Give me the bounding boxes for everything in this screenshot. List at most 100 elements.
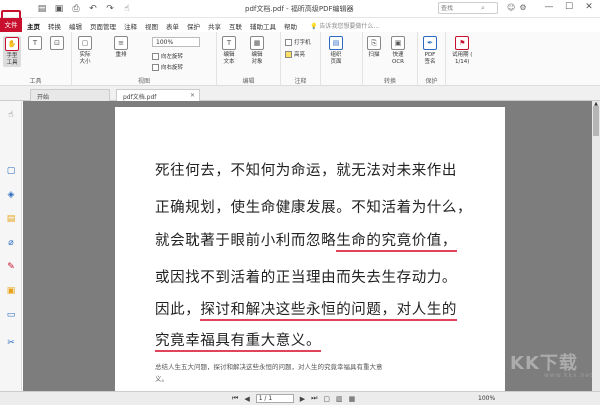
menu-home[interactable]: 主页 (25, 19, 42, 33)
reflow-button[interactable]: ≡ 重排 (114, 36, 128, 59)
group-comment: 打字机 高亮 注释 (281, 32, 321, 86)
user-icon[interactable]: ☺ (507, 3, 515, 12)
select-text-button[interactable]: T (28, 36, 42, 52)
reflow-icon: ≡ (114, 36, 128, 50)
ocr-button[interactable]: ▣ 快速 OCR (391, 36, 405, 65)
edit-object-label: 编辑 对象 (251, 52, 263, 65)
undo-icon[interactable]: ↶ (87, 3, 99, 15)
hand-sidebar-icon[interactable]: ☝ (5, 109, 17, 121)
edit-text-icon: T (222, 36, 236, 50)
edit-text-button[interactable]: T 编辑 文本 (222, 36, 236, 65)
quick-access-toolbar: ▤ ▣ ⎙ ↶ ↷ ☝ (36, 3, 133, 15)
tell-me-box[interactable]: 💡 告诉我您想要做什么... (310, 21, 379, 30)
watermark-main: KK下载 (510, 353, 578, 374)
actual-size-icon: ▢ (78, 36, 92, 50)
menu-accessibility[interactable]: 辅助工具 (248, 19, 278, 33)
group-convert-label: 转换 (383, 78, 396, 85)
comments-icon[interactable]: ▤ (5, 213, 17, 225)
close-icon[interactable]: ✕ (584, 2, 594, 12)
search-icon[interactable]: ⌕ (481, 4, 485, 13)
ribbon: ✋ 手型 工具 T ⊡ 工具 ▢ 实际 大小 ≡ 重排 100% 向左旋转 向右… (0, 32, 600, 86)
menu-form[interactable]: 表单 (164, 19, 181, 33)
lightbulb-icon: 💡 (310, 23, 318, 30)
print-icon[interactable]: ⎙ (70, 3, 82, 15)
close-tab-icon[interactable]: ✕ (190, 92, 195, 99)
rotate-left-button[interactable]: 向左旋转 (152, 52, 183, 60)
menu-page-manage[interactable]: 页面管理 (88, 19, 118, 33)
menu-view[interactable]: 视图 (143, 19, 160, 33)
organize-page-button[interactable]: ▤ 组织 页面 (329, 36, 343, 65)
settings-icon[interactable]: ⚙ (519, 3, 526, 12)
caption-line-1: 总结人生五大问题，探讨和解决这些永恒的问题，对人生的究竟幸福具有重大意 (155, 363, 383, 371)
minimize-icon[interactable]: — (544, 2, 554, 12)
window-controls: — ☐ ✕ (544, 2, 594, 12)
snapshot-icon: ⊡ (50, 36, 64, 50)
menu-comment[interactable]: 注释 (122, 19, 139, 33)
menu-protect[interactable]: 保护 (185, 19, 202, 33)
menu-connect[interactable]: 互联 (227, 19, 244, 33)
pdf-sign-button[interactable]: ✒ PDF 签名 (423, 36, 437, 65)
edit-object-button[interactable]: ▦ 编辑 对象 (250, 36, 264, 65)
group-protect-label: 保护 (425, 78, 438, 85)
redo-icon[interactable]: ↷ (104, 3, 116, 15)
tab-start-label: 开始 (37, 94, 50, 101)
file-highlight-frame (1, 10, 21, 32)
menu-edit[interactable]: 编辑 (67, 19, 84, 33)
save-icon[interactable]: ▣ (53, 3, 65, 15)
ocr-icon: ▣ (391, 36, 405, 50)
vertical-scrollbar[interactable]: ▲ (592, 101, 600, 391)
single-page-icon[interactable]: ▢ (323, 395, 330, 403)
actual-size-button[interactable]: ▢ 实际 大小 (78, 36, 92, 65)
tab-document-label: pdf文档.pdf (123, 94, 157, 101)
tools-icon[interactable]: ✂ (5, 337, 17, 349)
caption-line-2: 义。 (155, 375, 168, 383)
typewriter-label: 打字机 (294, 40, 311, 46)
pages-icon[interactable]: ▢ (5, 165, 17, 177)
search-box[interactable]: ⌕ (438, 2, 498, 14)
maximize-icon[interactable]: ☐ (564, 2, 574, 12)
underlined-text-3: 究竟幸福具有重大意义。 (155, 333, 322, 352)
menu-share[interactable]: 共享 (206, 19, 223, 33)
rotate-right-button[interactable]: 向右旋转 (152, 63, 183, 71)
next-page-icon[interactable]: ▶ (300, 395, 305, 403)
group-comment-label: 注释 (294, 78, 307, 85)
last-page-icon[interactable]: ⏭ (311, 394, 317, 403)
snapshot-button[interactable]: ⊡ (50, 36, 64, 52)
attachment-icon[interactable]: ⌀ (5, 237, 17, 249)
bookmark-icon[interactable]: ▭ (5, 309, 17, 321)
signature-icon[interactable]: ✎ (5, 261, 17, 273)
hand-small-icon[interactable]: ☝ (121, 3, 133, 15)
lock-icon[interactable]: ▣ (5, 285, 17, 297)
document-area: 死往何去，不知何为命运，就无法对未来作出 正确规划，使生命健康发展。不知活着为什… (23, 101, 600, 391)
menu-convert[interactable]: 转换 (46, 19, 63, 33)
first-page-icon[interactable]: ⏮ (232, 394, 238, 403)
group-tools-label: 工具 (29, 78, 42, 85)
page-number-input[interactable]: 1 / 1 (255, 394, 294, 403)
highlight-button[interactable]: 高亮 (285, 50, 305, 58)
group-trial: ⚑ 试用期 ( 1/14) (446, 32, 490, 86)
scan-button[interactable]: ⎘ 扫描 (367, 36, 381, 59)
zoom-level[interactable]: 100% (478, 395, 495, 402)
menu-help[interactable]: 帮助 (282, 19, 299, 33)
scroll-thumb[interactable] (593, 106, 599, 136)
left-sidebar: ☝ ▢ ◈ ▤ ⌀ ✎ ▣ ▭ ✂ (0, 101, 22, 391)
tab-document[interactable]: pdf文档.pdf ✕ (116, 89, 200, 101)
open-icon[interactable]: ▤ (36, 3, 48, 15)
rotate-left-label: 向左旋转 (161, 54, 184, 60)
watermark-url: www.kkx.net (544, 372, 594, 379)
trial-button[interactable]: ⚑ 试用期 ( 1/14) (452, 36, 472, 65)
menu-bar: 文件 主页 转换 编辑 页面管理 注释 视图 表单 保护 共享 互联 辅助工具 … (0, 18, 600, 32)
typewriter-button[interactable]: 打字机 (285, 38, 311, 46)
scan-label: 扫描 (368, 52, 380, 58)
text-line-3: 就会耽著于眼前小利而忽略生命的究竟价值， (155, 229, 458, 252)
search-input[interactable] (441, 4, 481, 12)
title-icons: ☺ ⚙ (507, 3, 527, 12)
group-tools: ✋ 手型 工具 T ⊡ 工具 (0, 32, 72, 86)
continuous-icon[interactable]: ▥ (336, 395, 343, 403)
facing-icon[interactable]: ▦ (349, 395, 356, 403)
hand-tool-button[interactable]: ✋ 手型 工具 (3, 36, 21, 67)
layers-icon[interactable]: ◈ (5, 189, 17, 201)
prev-page-icon[interactable]: ◀ (244, 395, 249, 403)
zoom-select[interactable]: 100% (152, 37, 200, 47)
tab-start[interactable]: 开始 (30, 89, 110, 101)
